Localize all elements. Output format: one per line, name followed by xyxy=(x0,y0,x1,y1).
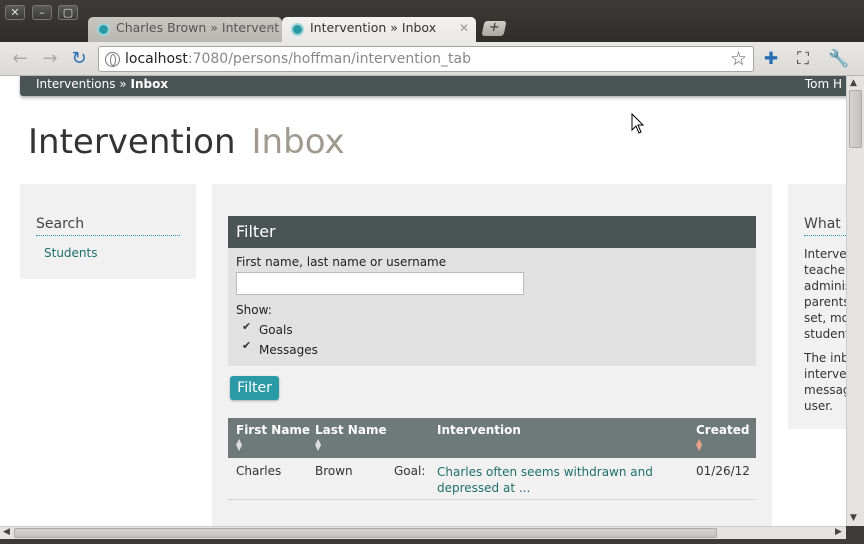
filter-box: Filter First name, last name or username… xyxy=(228,216,756,366)
bookmark-star-icon[interactable]: ☆ xyxy=(730,48,747,70)
scroll-right-icon[interactable]: ▶ xyxy=(835,527,842,537)
horizontal-scrollbar[interactable]: ◀ ▶ xyxy=(0,526,846,539)
scroll-up-icon[interactable]: ▲ xyxy=(850,78,857,88)
last-name-column-header[interactable]: Last Name ▲ ▼ xyxy=(315,423,387,452)
messages-label: Messages xyxy=(259,343,318,357)
address-bar[interactable]: localhost:7080/persons/hoffman/intervent… xyxy=(98,46,754,72)
site-favicon-icon xyxy=(291,23,304,36)
search-heading: Search xyxy=(36,216,180,236)
students-link[interactable]: Students xyxy=(44,246,98,260)
what-is-heading: What i xyxy=(804,216,846,236)
tab-intervention-inbox[interactable]: Intervention » Inbox ✕ xyxy=(282,17,476,42)
tab-title: Intervention » Inbox xyxy=(310,20,437,35)
sidebar-right: What i Interve teacher adminis parents s… xyxy=(788,184,846,429)
filter-heading: Filter xyxy=(228,216,756,248)
scroll-left-icon[interactable]: ◀ xyxy=(3,527,10,537)
name-search-input[interactable] xyxy=(236,272,524,295)
title-bar: ✕ – ▢ Charles Brown » Intervent ✕ Interv… xyxy=(0,0,864,42)
cell-type: Goal: xyxy=(394,464,426,478)
site-favicon-icon xyxy=(97,23,110,36)
cell-intervention: Charles often seems withdrawn and depress… xyxy=(437,464,653,496)
extension-icon[interactable]: ✚ xyxy=(760,48,782,70)
tab-close-icon[interactable]: ✕ xyxy=(459,21,469,35)
tab-charles-brown[interactable]: Charles Brown » Intervent ✕ xyxy=(88,17,282,42)
created-column-header[interactable]: Created ▲ ▼ xyxy=(696,423,749,452)
tab-title: Charles Brown » Intervent xyxy=(116,20,280,35)
scroll-down-icon[interactable]: ▼ xyxy=(850,513,857,523)
back-arrow-icon[interactable]: ← xyxy=(10,49,30,69)
close-window-button[interactable]: ✕ xyxy=(5,5,25,20)
name-filter-label: First name, last name or username xyxy=(236,255,447,269)
cell-first-name: Charles xyxy=(236,464,282,478)
sidebar-left: Search Students xyxy=(20,184,196,279)
vertical-scroll-thumb[interactable] xyxy=(849,90,862,148)
info-paragraph-2: The inb interve messag user. xyxy=(804,351,846,413)
info-paragraph-1: Interve teacher adminis parents set, mo … xyxy=(804,247,846,341)
results-table-header: First Name ▲ ▼ Last Name ▲ ▼ Intervention Cr… xyxy=(228,418,756,458)
page-subtitle: Inbox xyxy=(251,122,345,162)
browser-toolbar: ← → ↻ localhost:7080/persons/hoffman/int… xyxy=(0,42,864,76)
mouse-cursor-icon xyxy=(631,113,645,134)
filter-button[interactable]: Filter xyxy=(230,376,279,400)
messages-checkbox[interactable]: ✔ xyxy=(242,340,253,352)
breadcrumb: Interventions » Inbox Tom H xyxy=(20,76,846,96)
page-title: Intervention Inbox xyxy=(28,122,345,162)
goals-label: Goals xyxy=(259,323,293,337)
new-tab-button[interactable]: + xyxy=(481,20,507,36)
sort-desc-icon[interactable]: ▲ ▼ xyxy=(696,438,749,452)
sort-icon[interactable]: ▲ ▼ xyxy=(315,438,387,452)
forward-arrow-icon[interactable]: → xyxy=(40,49,60,69)
minimize-window-button[interactable]: – xyxy=(32,5,52,20)
user-name[interactable]: Tom H xyxy=(805,76,842,93)
cell-created: 01/26/12 xyxy=(696,464,750,478)
intervention-link[interactable]: Charles often seems withdrawn and depress… xyxy=(437,465,653,495)
url-text: localhost:7080/persons/hoffman/intervent… xyxy=(125,51,471,67)
maximize-window-button[interactable]: ▢ xyxy=(58,5,78,20)
breadcrumb-current: Inbox xyxy=(130,77,169,91)
breadcrumb-interventions-link[interactable]: Interventions xyxy=(36,77,116,91)
globe-icon xyxy=(105,52,120,67)
intervention-column-header: Intervention xyxy=(437,423,521,437)
tab-close-icon[interactable]: ✕ xyxy=(265,21,275,35)
fullscreen-icon[interactable]: ⛶ xyxy=(792,48,814,70)
reload-icon[interactable]: ↻ xyxy=(69,49,89,69)
first-name-column-header[interactable]: First Name ▲ ▼ xyxy=(236,423,310,452)
show-label: Show: xyxy=(236,303,272,317)
wrench-menu-icon[interactable]: 🔧 xyxy=(828,48,850,70)
window-bottom-border xyxy=(0,539,864,544)
page-viewport: Interventions » Inbox Tom H Intervention… xyxy=(0,76,846,526)
sort-icon[interactable]: ▲ ▼ xyxy=(236,438,310,452)
table-row: Charles Brown Goal: Charles often seems … xyxy=(228,458,756,500)
goals-checkbox[interactable]: ✔ xyxy=(242,321,253,333)
horizontal-scroll-thumb[interactable] xyxy=(14,528,717,538)
cell-last-name: Brown xyxy=(315,464,353,478)
vertical-scrollbar[interactable]: ▲ ▼ xyxy=(846,76,864,526)
